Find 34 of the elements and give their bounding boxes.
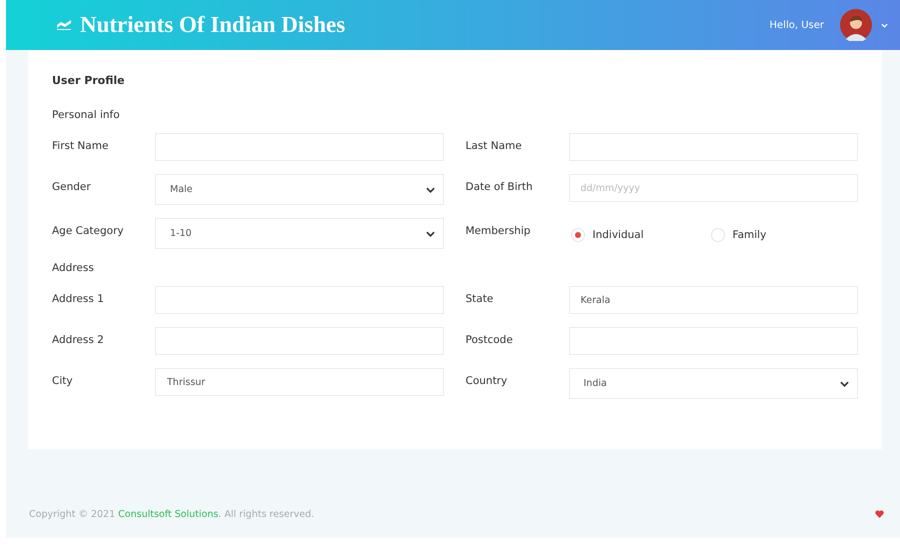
section-heading: Personal info [52, 109, 121, 121]
field-label: Country [466, 374, 508, 387]
chart-icon [57, 20, 71, 30]
field-label: Age Category [52, 224, 125, 237]
heart-icon [875, 510, 884, 518]
chevron-down-icon [426, 230, 435, 236]
field-label: Date of Birth [466, 180, 534, 193]
radio-label[interactable]: Family [732, 229, 766, 241]
input-field[interactable]: Thrissur [155, 368, 444, 396]
input-field[interactable]: Kerala [568, 286, 858, 314]
card-title: User Profile [52, 74, 126, 87]
field-label: Gender [52, 180, 92, 193]
chevron-down-icon [426, 186, 435, 192]
field-label: Last Name [466, 139, 523, 152]
dropdown[interactable]: India [568, 368, 858, 399]
field-label: City [52, 374, 74, 387]
app-title: Nutrients Of Indian Dishes [80, 12, 346, 38]
dropdown[interactable]: 1-10 [155, 218, 444, 249]
section-heading: Address [52, 262, 95, 274]
greeting-text: Hello, User [770, 20, 824, 30]
chevron-down-icon [840, 380, 848, 386]
field-label: Address 1 [52, 292, 105, 305]
avatar-icon[interactable] [840, 9, 872, 41]
radio-button[interactable] [570, 228, 584, 242]
dropdown[interactable]: Male [155, 174, 444, 205]
radio-button[interactable] [710, 228, 724, 242]
field-label: Address 2 [52, 333, 105, 346]
field-label: State [466, 292, 494, 305]
radio-label[interactable]: Individual [592, 229, 644, 241]
field-label: Postcode [466, 333, 514, 346]
caret-icon[interactable] [881, 22, 888, 28]
field-label: Membership [466, 224, 532, 237]
field-label: First Name [52, 139, 110, 152]
copyright-text: Copyright © 2021 Consultsoft Solutions. All rights reserved. [29, 508, 314, 520]
